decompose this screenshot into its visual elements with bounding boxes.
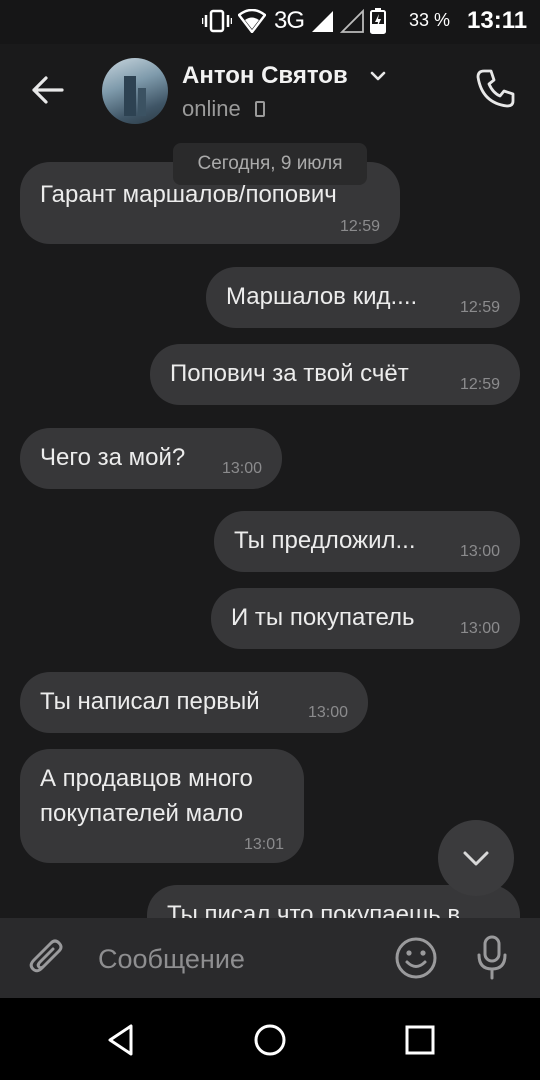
emoji-icon[interactable] bbox=[394, 936, 438, 980]
chevron-down-icon bbox=[463, 851, 489, 866]
battery-percent: 33 % bbox=[409, 10, 451, 30]
contact-status: online bbox=[182, 96, 241, 121]
message-text: Попович за твой счёт bbox=[170, 360, 409, 387]
message-incoming[interactable]: Ты написал первый 13:00 bbox=[20, 672, 368, 733]
system-nav-bar bbox=[0, 998, 540, 1080]
date-separator: Сегодня, 9 июля bbox=[173, 143, 367, 185]
message-outgoing[interactable]: И ты покупатель 13:00 bbox=[211, 588, 520, 649]
message-outgoing[interactable]: Маршалов кид.... 12:59 bbox=[206, 267, 520, 328]
clock: 13:11 bbox=[467, 7, 528, 34]
back-triangle-icon[interactable] bbox=[102, 1020, 142, 1060]
message-text: А продавцов много bbox=[40, 765, 253, 792]
message-outgoing[interactable]: Ты предложил... 13:00 bbox=[214, 511, 520, 572]
message-text: Ты написал первый bbox=[40, 688, 260, 715]
message-incoming[interactable]: А продавцов много покупателей мало 13:01 bbox=[20, 749, 304, 863]
message-time: 12:59 bbox=[339, 218, 380, 235]
mobile-device-icon bbox=[255, 101, 265, 117]
message-text: Ты писал что покупаешь в bbox=[167, 901, 461, 918]
message-time: 13:00 bbox=[459, 543, 500, 560]
phone-icon[interactable] bbox=[474, 66, 518, 110]
message-list[interactable]: Гарант маршалов/попович 12:59 Сегодня, 9… bbox=[0, 140, 540, 918]
message-composer bbox=[0, 918, 540, 998]
chevron-down-icon[interactable] bbox=[370, 70, 386, 82]
message-time: 13:00 bbox=[459, 620, 500, 637]
signal-empty-icon bbox=[340, 9, 364, 33]
wifi-icon bbox=[238, 9, 266, 33]
recents-square-icon[interactable] bbox=[400, 1020, 440, 1060]
message-time: 13:01 bbox=[243, 836, 284, 853]
message-time: 13:00 bbox=[307, 704, 348, 721]
network-type: 3G bbox=[274, 7, 305, 34]
message-incoming[interactable]: Чего за мой? 13:00 bbox=[20, 428, 282, 489]
scroll-to-bottom-button[interactable] bbox=[438, 820, 514, 896]
contact-name[interactable]: Антон Святов bbox=[182, 62, 348, 90]
message-input[interactable] bbox=[96, 936, 380, 982]
back-arrow-icon[interactable] bbox=[28, 70, 68, 110]
home-circle-icon[interactable] bbox=[250, 1020, 290, 1060]
message-text: Чего за мой? bbox=[40, 444, 186, 471]
message-text: Ты предложил... bbox=[234, 527, 416, 554]
vibrate-icon bbox=[202, 9, 232, 33]
signal-icon bbox=[312, 11, 334, 32]
microphone-icon[interactable] bbox=[474, 934, 510, 982]
battery-charging-icon bbox=[370, 8, 387, 34]
message-time: 12:59 bbox=[459, 299, 500, 316]
message-time: 12:59 bbox=[459, 376, 500, 393]
attach-paperclip-icon[interactable] bbox=[28, 936, 68, 980]
message-text: Маршалов кид.... bbox=[226, 283, 418, 310]
message-text: И ты покупатель bbox=[231, 604, 415, 631]
message-time: 13:00 bbox=[221, 460, 262, 477]
status-bar: 3G 33 % 13:11 bbox=[0, 0, 540, 44]
message-outgoing[interactable]: Попович за твой счёт 12:59 bbox=[150, 344, 520, 405]
avatar[interactable] bbox=[102, 58, 168, 124]
message-text: покупателей мало bbox=[40, 800, 244, 827]
chat-header: Антон Святов online bbox=[0, 44, 540, 140]
